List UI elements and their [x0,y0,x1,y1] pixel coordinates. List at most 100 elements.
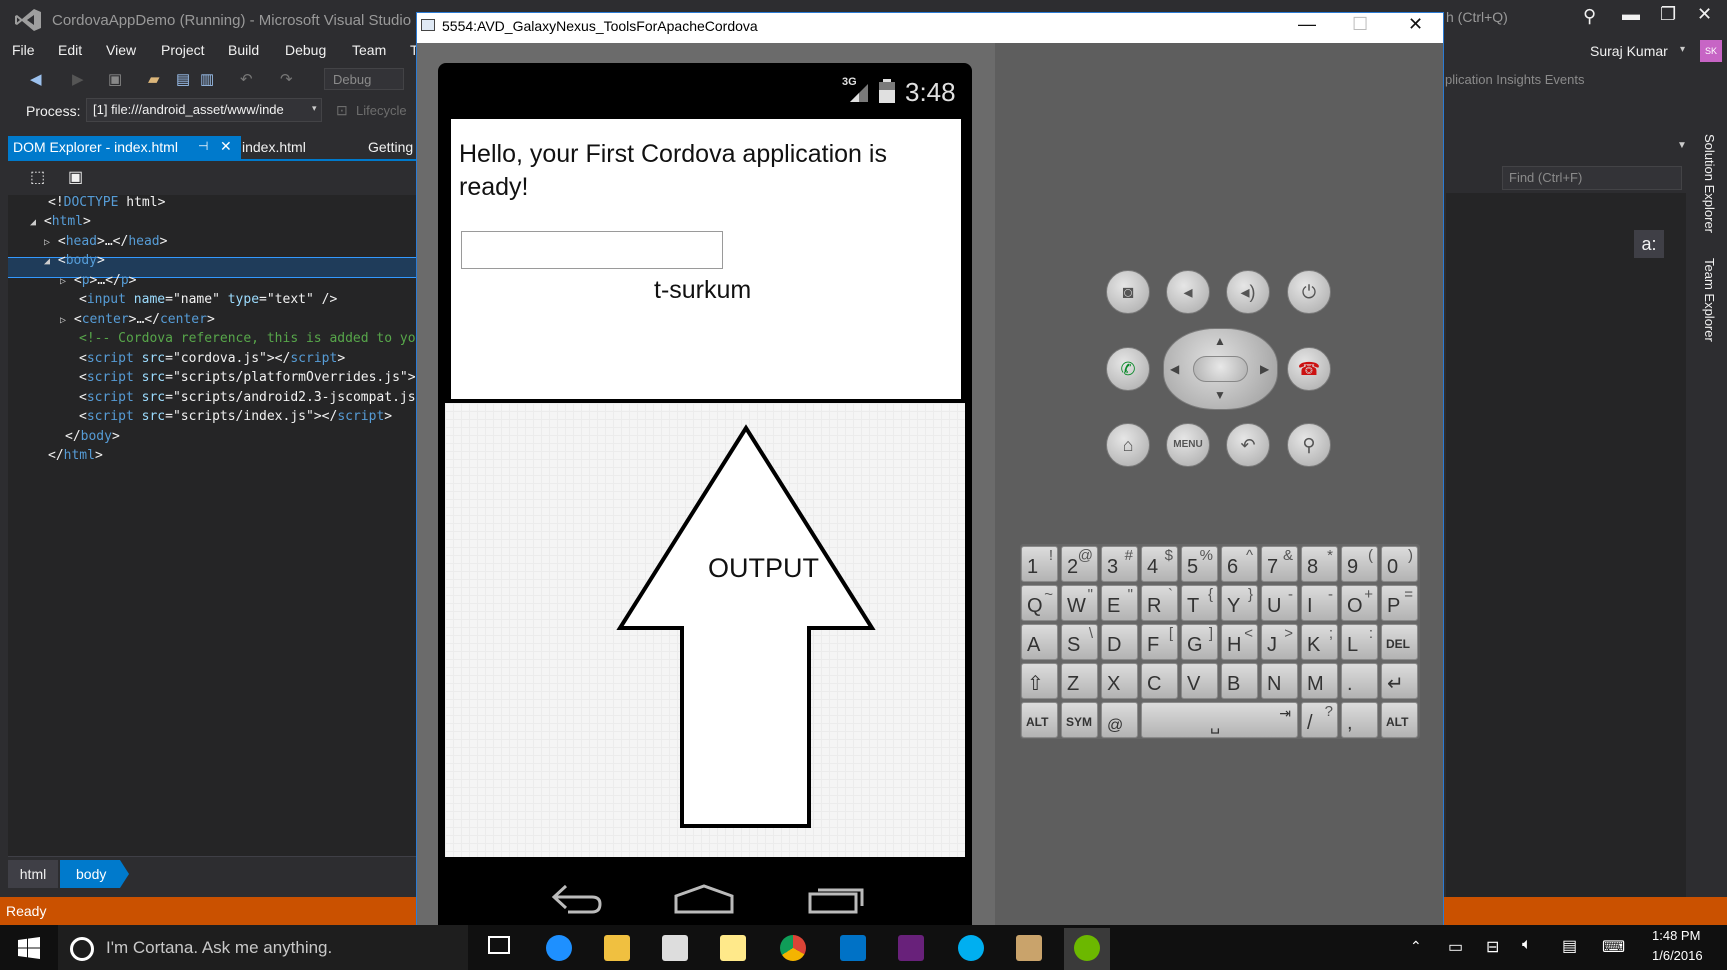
key-0-2[interactable]: 3 # [1101,546,1138,582]
application-insights-label[interactable]: plication Insights Events [1445,72,1584,87]
dom-node-script[interactable]: <script src="cordova.js"></script> [79,351,345,366]
minimize-icon[interactable]: ▬ [1622,4,1640,25]
dpad-left-icon[interactable]: ◀ [1170,362,1179,376]
android-emulator-taskbar-icon[interactable] [1074,935,1100,961]
action-center-icon[interactable]: ▤ [1562,936,1577,956]
avatar[interactable]: SK [1700,40,1722,62]
dom-node-script[interactable]: <script src="scripts/platformOverrides.j… [79,370,416,385]
key-3-0[interactable]: ⇧ [1021,663,1058,699]
dom-node-script[interactable]: <script src="scripts/index.js"></script> [79,409,392,424]
menu-button[interactable]: MENU [1166,423,1210,467]
search-icon[interactable]: ⚲ [1583,6,1596,27]
file-explorer-icon[interactable] [604,935,630,961]
key-3-1[interactable]: Z [1061,663,1098,699]
name-input[interactable] [461,231,723,269]
comma-key[interactable]: , [1341,702,1378,738]
windows-start-icon[interactable] [18,937,40,959]
at-key[interactable]: @ [1101,702,1138,738]
team-explorer-tab[interactable]: Team Explorer [1702,258,1717,342]
key-1-9[interactable]: P = [1381,585,1418,621]
key-0-0[interactable]: 1! [1021,546,1058,582]
new-project-icon[interactable]: ▣ [108,70,122,88]
key-2-5[interactable]: H < [1221,624,1258,660]
close-icon[interactable]: ✕ [1697,4,1712,25]
redo-icon[interactable]: ↷ [280,70,293,88]
menu-debug[interactable]: Debug [285,42,326,58]
select-element-icon[interactable]: ⬚ [30,167,45,187]
key-0-8[interactable]: 9( [1341,546,1378,582]
recent-apps-icon[interactable] [808,882,866,914]
pin-icon[interactable]: ⊣ [198,139,208,153]
quick-launch-input[interactable]: h (Ctrl+Q) [1446,9,1508,25]
space-key[interactable]: ␣ ⇥ [1141,702,1298,738]
outlook-icon[interactable] [840,935,866,961]
clock-date[interactable]: 1/6/2016 [1652,948,1703,963]
key-3-3[interactable]: C [1141,663,1178,699]
key-2-3[interactable]: F[ [1141,624,1178,660]
undo-icon[interactable]: ↶ [240,70,253,88]
key-2-9[interactable]: DEL [1381,624,1418,660]
key-0-3[interactable]: 4 $ [1141,546,1178,582]
dom-node-body[interactable]: ◢ <body> [44,253,105,268]
slash-key[interactable]: /? [1301,702,1338,738]
tab-getting-started[interactable]: Getting [368,139,413,155]
key-0-5[interactable]: 6 ^ [1221,546,1258,582]
volume-up-icon[interactable]: ◂) [1226,270,1270,314]
close-tab-icon[interactable]: ✕ [220,138,232,155]
key-1-3[interactable]: R ` [1141,585,1178,621]
close-icon[interactable]: ✕ [1408,14,1423,35]
paint-icon[interactable] [1016,935,1042,961]
menu-file[interactable]: File [12,42,35,58]
key-3-7[interactable]: M [1301,663,1338,699]
camera-icon[interactable]: ◙ [1106,270,1150,314]
back-icon[interactable] [548,882,604,916]
forward-icon[interactable]: ▶ [72,70,84,88]
dom-node-html-close[interactable]: </html> [48,448,103,463]
dpad-down-icon[interactable]: ▼ [1214,388,1226,402]
key-3-5[interactable]: B [1221,663,1258,699]
key-2-4[interactable]: G] [1181,624,1218,660]
dpad-center-button[interactable] [1193,356,1248,382]
tab-index-html[interactable]: index.html [242,139,306,155]
back-icon[interactable]: ◀ [30,70,42,88]
home-icon[interactable] [674,884,734,914]
clock-time[interactable]: 1:48 PM [1652,928,1700,943]
restore-icon[interactable]: ❐ [1660,4,1676,25]
save-icon[interactable]: ▤ [176,70,190,88]
battery-icon[interactable]: ▭ [1448,937,1463,957]
volume-icon[interactable]: 🔈︎ [1522,936,1532,954]
breadcrumb-html[interactable]: html [8,860,58,888]
minimize-icon[interactable]: ― [1298,14,1316,35]
dom-node-comment[interactable]: <!-- Cordova reference, this is added to… [79,331,416,346]
dom-node-head[interactable]: ▷ <head>…</head> [44,234,167,249]
key-1-7[interactable]: I- [1301,585,1338,621]
find-input[interactable]: Find (Ctrl+F) [1502,166,1682,190]
key-0-4[interactable]: 5% [1181,546,1218,582]
alt-key[interactable]: ALT [1021,702,1058,738]
key-3-2[interactable]: X [1101,663,1138,699]
key-1-2[interactable]: E " [1101,585,1138,621]
breadcrumb-body[interactable]: body [60,860,120,888]
save-all-icon[interactable]: ▥ [200,70,214,88]
back-icon[interactable]: ↶ [1226,423,1270,467]
dom-node-center[interactable]: ▷ <center>…</center> [60,312,215,327]
dom-node-html[interactable]: ◢ <html> [30,214,91,229]
key-1-0[interactable]: Q ~ [1021,585,1058,621]
skype-icon[interactable] [958,935,984,961]
chevron-down-icon[interactable]: ▾ [312,103,317,114]
sym-key[interactable]: SYM [1061,702,1098,738]
key-1-8[interactable]: O + [1341,585,1378,621]
home-icon[interactable]: ⌂ [1106,423,1150,467]
dpad-up-icon[interactable]: ▲ [1214,334,1226,348]
key-1-1[interactable]: W " [1061,585,1098,621]
chevron-down-icon[interactable]: ▼ [1677,140,1687,151]
user-name[interactable]: Suraj Kumar [1590,43,1668,59]
sticky-notes-icon[interactable] [720,935,746,961]
key-3-6[interactable]: N [1261,663,1298,699]
visual-studio-taskbar-icon[interactable] [898,935,924,961]
task-view-icon[interactable] [488,936,510,954]
maximize-icon[interactable]: ☐ [1352,14,1368,35]
tab-dom-explorer[interactable]: DOM Explorer - index.html ⊣ ✕ [8,136,241,160]
chrome-icon[interactable] [780,935,806,961]
edge-icon[interactable] [546,935,572,961]
